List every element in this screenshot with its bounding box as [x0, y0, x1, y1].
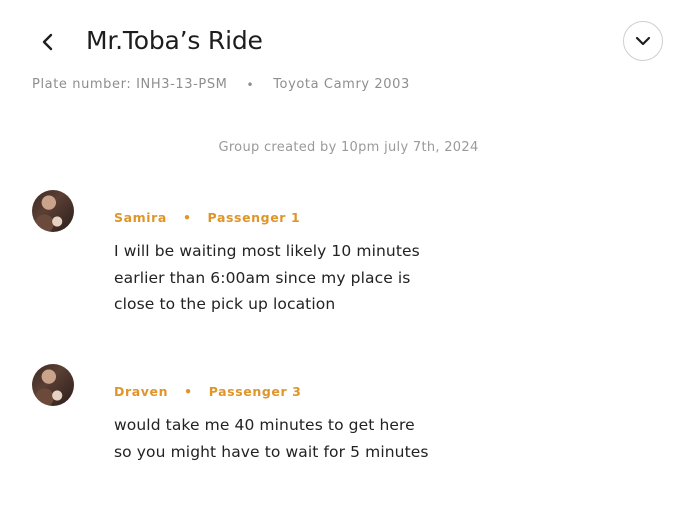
plate-number: Plate number: INH3-13-PSM: [32, 77, 228, 92]
chevron-left-icon: [42, 33, 53, 51]
collapse-button[interactable]: [623, 21, 663, 61]
page-title: Mr.Toba’s Ride: [86, 26, 263, 55]
message-text: I will be waiting most likely 10 minutes…: [114, 242, 420, 313]
message-meta: Samira • Passenger 1: [114, 210, 300, 225]
separator-dot: •: [182, 210, 192, 225]
sender-role: Passenger 1: [207, 210, 301, 225]
back-button[interactable]: [36, 30, 60, 54]
separator-dot: •: [184, 384, 193, 399]
separator-dot: •: [246, 77, 255, 92]
chat-message: Samira • Passenger 1 I will be waiting m…: [32, 190, 452, 330]
message-text: would take me 40 minutes to get here so …: [114, 416, 429, 461]
chevron-down-icon: [635, 36, 651, 46]
sender-role: Passenger 3: [208, 384, 302, 399]
sender-name: Draven: [114, 384, 169, 399]
avatar[interactable]: [32, 364, 74, 406]
car-model: Toyota Camry 2003: [273, 77, 410, 92]
ride-details: Plate number: INH3-13-PSM • Toyota Camry…: [32, 77, 410, 92]
message-meta: Draven • Passenger 3: [114, 384, 301, 399]
sender-name: Samira: [114, 210, 167, 225]
chat-message: Draven • Passenger 3 would take me 40 mi…: [32, 364, 452, 474]
avatar[interactable]: [32, 190, 74, 232]
group-created-note: Group created by 10pm july 7th, 2024: [218, 140, 479, 155]
